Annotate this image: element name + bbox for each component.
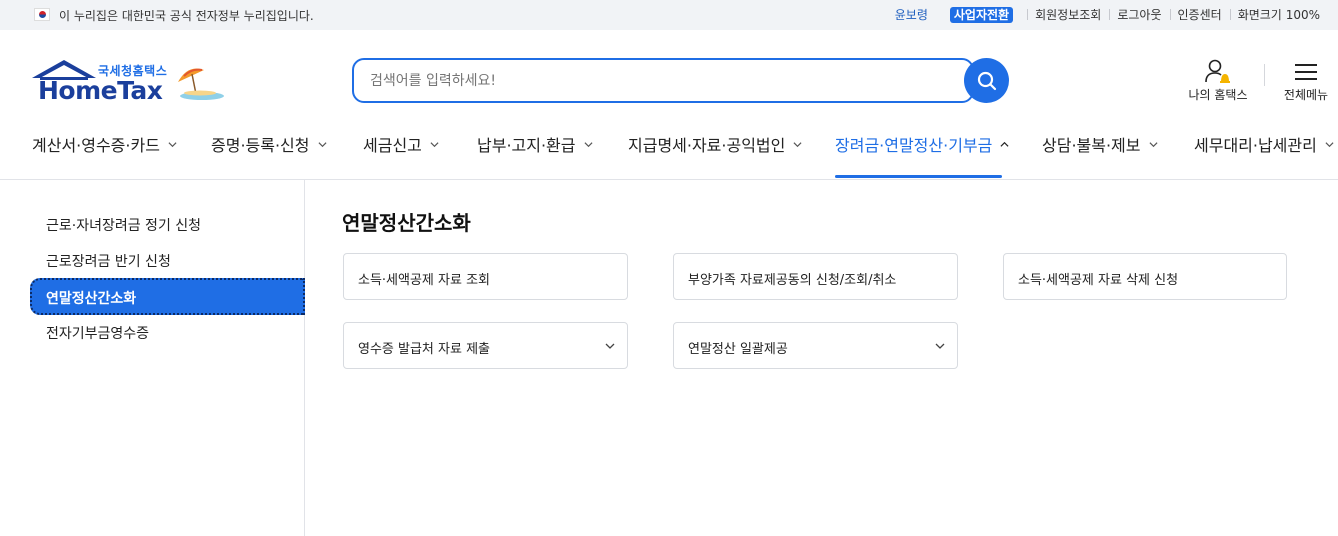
card-label: 연말정산 일괄제공 [688,342,788,357]
search-box [352,58,974,103]
gnb-label: 장려금·연말정산·기부금 [835,136,993,155]
utility-links: 윤보령 사업자전환 회원정보조회 로그아웃 인증센터 화면크기 100% [887,6,1328,23]
card-label: 소득·세액공제 자료 조회 [358,273,490,288]
card-label: 영수증 발급처 자료 제출 [358,342,490,357]
card-deduction-lookup[interactable]: 소득·세액공제 자료 조회 [343,253,628,300]
gnb-label: 증명·등록·신청 [211,136,310,155]
card-receipt-submit[interactable]: 영수증 발급처 자료 제출 [343,322,628,369]
member-info-link[interactable]: 회원정보조회 [1027,6,1109,23]
side-item-regular-apply[interactable]: 근로·자녀장려금 정기 신청 [46,215,201,235]
hamburger-menu-icon [1295,64,1317,80]
beach-umbrella-icon [178,68,224,100]
chevron-down-icon [1325,141,1334,147]
gnb-item-tax-report[interactable]: 세금신고 [363,132,439,156]
chevron-down-icon [430,141,439,147]
card-label: 부양가족 자료제공동의 신청/조회/취소 [688,273,897,288]
gnb-label: 상담·불복·제보 [1042,136,1141,155]
chevron-down-icon [583,141,593,147]
gnb-item-consult[interactable]: 상담·불복·제보 [1042,132,1158,156]
my-hometax-label: 나의 홈택스 [1188,88,1248,102]
chevron-down-icon [605,343,615,349]
my-hometax-button[interactable]: 나의 홈택스 [1186,58,1250,103]
chevron-down-icon [793,141,802,147]
side-item-label: 연말정산간소화 [46,291,137,307]
korea-flag-icon [34,8,50,21]
card-label: 소득·세액공제 자료 삭제 신청 [1018,273,1179,288]
all-menu-button[interactable]: 전체메뉴 [1280,58,1332,103]
gov-banner-text: 이 누리집은 대한민국 공식 전자정부 누리집입니다. [59,9,314,23]
gnb-label: 납부·고지·환급 [477,136,576,155]
global-nav: 계산서·영수증·카드 증명·등록·신청 세금신고 납부·고지·환급 지급명세·자… [0,124,1338,180]
card-dependent-consent[interactable]: 부양가족 자료제공동의 신청/조회/취소 [673,253,958,300]
user-name-link[interactable]: 윤보령 [887,6,936,23]
chevron-down-icon [168,141,177,147]
all-menu-label: 전체메뉴 [1283,88,1329,102]
gnb-label: 세무대리·납세관리 [1194,136,1317,155]
gnb-item-certificate[interactable]: 증명·등록·신청 [211,132,327,156]
page-title: 연말정산간소화 [342,211,471,235]
business-switch-button[interactable]: 사업자전환 [949,7,1014,23]
gnb-item-agent[interactable]: 세무대리·납세관리 [1194,132,1334,156]
logout-link[interactable]: 로그아웃 [1109,6,1169,23]
side-nav: 근로·자녀장려금 정기 신청 근로장려금 반기 신청 연말정산간소화 전자기부금… [0,180,305,536]
cert-center-link[interactable]: 인증센터 [1169,6,1230,23]
side-item-half-apply[interactable]: 근로장려금 반기 신청 [46,251,171,271]
gnb-item-statement[interactable]: 지급명세·자료·공익법인 [628,132,802,156]
user-bell-icon [1205,59,1230,83]
gnb-item-incentive[interactable]: 장려금·연말정산·기부금 [835,132,1009,156]
zoom-control[interactable]: 화면크기 100% [1229,6,1328,23]
card-batch-provide[interactable]: 연말정산 일괄제공 [673,322,958,369]
side-item-e-donation[interactable]: 전자기부금영수증 [46,323,149,343]
gov-banner: 이 누리집은 대한민국 공식 전자정부 누리집입니다. 윤보령 사업자전환 회원… [0,0,1338,30]
gnb-label: 계산서·영수증·카드 [32,136,160,155]
gnb-label: 지급명세·자료·공익법인 [628,136,786,155]
switch-wrap: 사업자전환 [936,6,1027,23]
chevron-down-icon [1148,141,1158,147]
chevron-down-icon [935,343,945,349]
gnb-item-payment[interactable]: 납부·고지·환급 [477,132,593,156]
gnb-active-underline [835,175,1002,178]
hometax-logo[interactable]: 국세청홈택스 HomeTax [30,58,230,105]
chevron-up-icon [1000,141,1009,147]
card-deduction-delete[interactable]: 소득·세액공제 자료 삭제 신청 [1003,253,1287,300]
zoom-value: 100% [1285,8,1320,22]
logo-main-text: HomeTax [38,76,163,105]
header-divider [1264,64,1265,86]
zoom-label: 화면크기 [1237,8,1282,22]
chevron-down-icon [317,141,327,147]
search-icon [977,71,996,90]
search-input[interactable] [370,73,930,89]
side-item-yearend-simple[interactable]: 연말정산간소화 [30,278,305,315]
search-button[interactable] [964,58,1009,103]
gnb-label: 세금신고 [363,136,422,155]
gnb-item-invoice[interactable]: 계산서·영수증·카드 [32,132,177,156]
